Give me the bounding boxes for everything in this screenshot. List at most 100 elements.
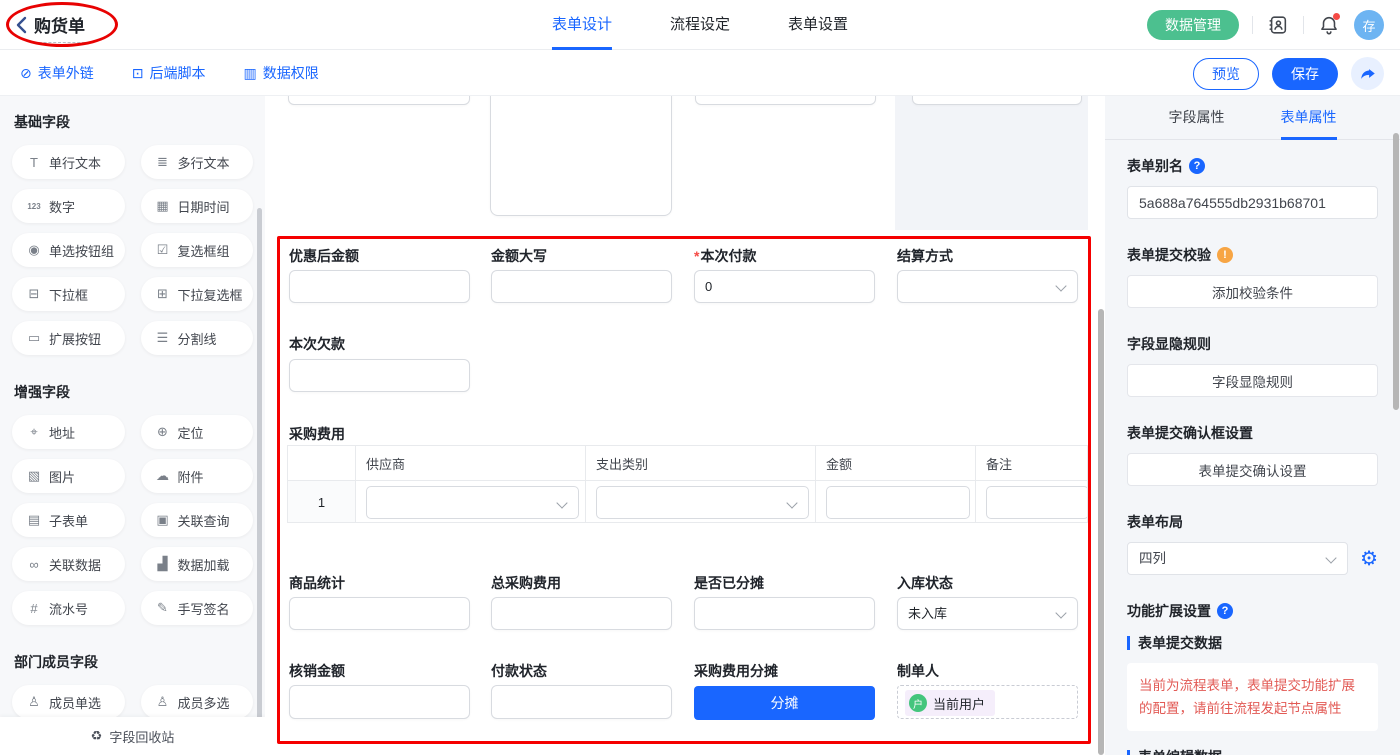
canvas-scrollbar[interactable] [1098, 309, 1104, 755]
add-validation-button[interactable]: 添加校验条件 [1127, 275, 1378, 308]
partial-field-input[interactable] [288, 96, 470, 105]
partial-field-input[interactable] [912, 96, 1082, 105]
help-icon[interactable]: ? [1189, 158, 1205, 174]
form-alias-input[interactable] [1127, 186, 1378, 219]
partial-textarea[interactable] [490, 96, 672, 216]
preview-button[interactable]: 预览 [1193, 58, 1259, 90]
submit-confirm-button[interactable]: 表单提交确认设置 [1127, 453, 1378, 486]
field-subform[interactable]: ▤子表单 [12, 503, 125, 537]
field-dropdown[interactable]: ⊟下拉框 [12, 277, 125, 311]
page-title[interactable]: 购货单 [34, 12, 85, 43]
gear-icon[interactable]: ⚙ [1360, 549, 1378, 569]
field-image[interactable]: ▧图片 [12, 459, 125, 493]
goods-statistics-input[interactable] [289, 597, 470, 630]
field-label: 优惠后金额 [289, 246, 359, 266]
panel-scrollbar[interactable] [1393, 133, 1399, 410]
visibility-rule-button[interactable]: 字段显隐规则 [1127, 364, 1378, 397]
spread-button[interactable]: 分摊 [694, 686, 875, 720]
contacts-icon[interactable] [1266, 13, 1290, 37]
current-user-tag[interactable]: 户 当前用户 [905, 690, 995, 716]
warehouse-status-select[interactable]: 未入库 [897, 597, 1078, 630]
field-label: 是否已分摊 [694, 573, 764, 593]
writeoff-amount-input[interactable] [289, 685, 470, 719]
remark-input[interactable] [986, 486, 1088, 519]
is-spread-input[interactable] [694, 597, 875, 630]
backend-script-link[interactable]: ⊡ 后端脚本 [132, 63, 206, 83]
field-label: 总采购费用 [491, 573, 561, 593]
data-manage-button[interactable]: 数据管理 [1147, 10, 1239, 40]
back-icon[interactable] [14, 16, 30, 34]
field-label: 核销金额 [289, 661, 345, 681]
field-data-load[interactable]: ▟数据加载 [141, 547, 254, 581]
form-layout-select[interactable]: 四列 [1127, 542, 1348, 575]
subform-col-expense-type: 支出类别 [586, 446, 816, 481]
field-radio-group[interactable]: ◉单选按钮组 [12, 233, 125, 267]
creator-member-field[interactable]: 户 当前用户 [897, 685, 1078, 719]
extension-settings-label: 功能扩展设置 ? [1127, 601, 1378, 621]
header: 购货单 表单设计 流程设定 表单设置 数据管理 [0, 0, 1400, 50]
settlement-method-select[interactable] [897, 270, 1078, 303]
field-divider[interactable]: ☰分割线 [141, 321, 254, 355]
current-payment-input[interactable] [694, 270, 875, 303]
multi-line-text-icon: ≣ [155, 154, 171, 170]
serial-number-icon: # [26, 601, 42, 616]
selected-field-region[interactable] [895, 96, 1088, 230]
notification-bell-icon[interactable] [1317, 13, 1341, 37]
field-recycle-bin[interactable]: ♻ 字段回收站 [0, 717, 265, 755]
amount-input[interactable] [826, 486, 970, 519]
share-button[interactable] [1351, 57, 1384, 90]
subform-col-remark: 备注 [976, 446, 1088, 481]
field-multi-dropdown[interactable]: ⊞下拉复选框 [141, 277, 254, 311]
person-icon: ♙ [26, 694, 42, 710]
address-pin-icon: ⌖ [26, 424, 42, 440]
subform-col-amount: 金额 [816, 446, 976, 481]
field-attachment[interactable]: ☁附件 [141, 459, 254, 493]
field-label: 制单人 [897, 661, 939, 681]
number-icon: 123 [26, 202, 42, 211]
tab-form-setting[interactable]: 表单设置 [788, 0, 848, 50]
properties-panel: 字段属性 表单属性 表单别名 ? 表单提交校验 ! 添加校验条件 字段显隐规则 … [1105, 96, 1400, 755]
chevron-down-icon [556, 497, 567, 508]
field-multi-line-text[interactable]: ≣多行文本 [141, 145, 254, 179]
field-member-multi[interactable]: ♙成员多选 [141, 685, 254, 719]
tab-flow-setting[interactable]: 流程设定 [670, 0, 730, 50]
supplier-select[interactable] [366, 486, 579, 519]
warning-icon[interactable]: ! [1217, 247, 1233, 263]
discounted-amount-input[interactable] [289, 270, 470, 303]
partial-field-input[interactable] [695, 96, 876, 105]
field-relate-data[interactable]: ∞关联数据 [12, 547, 125, 581]
field-number[interactable]: 123数字 [12, 189, 125, 223]
radio-icon: ◉ [26, 242, 42, 258]
chevron-down-icon [1055, 607, 1066, 618]
tab-form-design[interactable]: 表单设计 [552, 0, 612, 50]
field-datetime[interactable]: ▦日期时间 [141, 189, 254, 223]
sub-toolbar: ⊘ 表单外链 ⊡ 后端脚本 ▥ 数据权限 预览 保存 [0, 50, 1400, 96]
expense-type-select[interactable] [596, 486, 809, 519]
divider-icon: ☰ [155, 330, 171, 346]
save-button[interactable]: 保存 [1272, 58, 1338, 90]
data-permission-link[interactable]: ▥ 数据权限 [243, 63, 318, 83]
field-relate-query[interactable]: ▣关联查询 [141, 503, 254, 537]
tab-field-properties[interactable]: 字段属性 [1169, 96, 1225, 140]
form-external-link[interactable]: ⊘ 表单外链 [20, 63, 94, 83]
sidebar-scrollbar[interactable] [257, 208, 262, 755]
field-signature[interactable]: ✎手写签名 [141, 591, 254, 625]
help-icon[interactable]: ? [1217, 603, 1233, 619]
field-serial-number[interactable]: #流水号 [12, 591, 125, 625]
field-address[interactable]: ⌖地址 [12, 415, 125, 449]
field-checkbox-group[interactable]: ☑复选框组 [141, 233, 254, 267]
field-single-line-text[interactable]: T单行文本 [12, 145, 125, 179]
field-label: 付款状态 [491, 661, 547, 681]
current-debt-input[interactable] [289, 359, 470, 392]
field-member-single[interactable]: ♙成员单选 [12, 685, 125, 719]
field-location[interactable]: ⊕定位 [141, 415, 254, 449]
pen-icon: ✎ [155, 600, 171, 616]
user-avatar[interactable]: 存 [1354, 10, 1384, 40]
chevron-down-icon [1055, 280, 1066, 291]
total-purchase-cost-input[interactable] [491, 597, 672, 630]
tab-form-properties[interactable]: 表单属性 [1281, 96, 1337, 140]
payment-status-input[interactable] [491, 685, 672, 719]
submit-confirm-label: 表单提交确认框设置 [1127, 423, 1378, 443]
field-extend-button[interactable]: ▭扩展按钮 [12, 321, 125, 355]
amount-in-words-input[interactable] [491, 270, 672, 303]
